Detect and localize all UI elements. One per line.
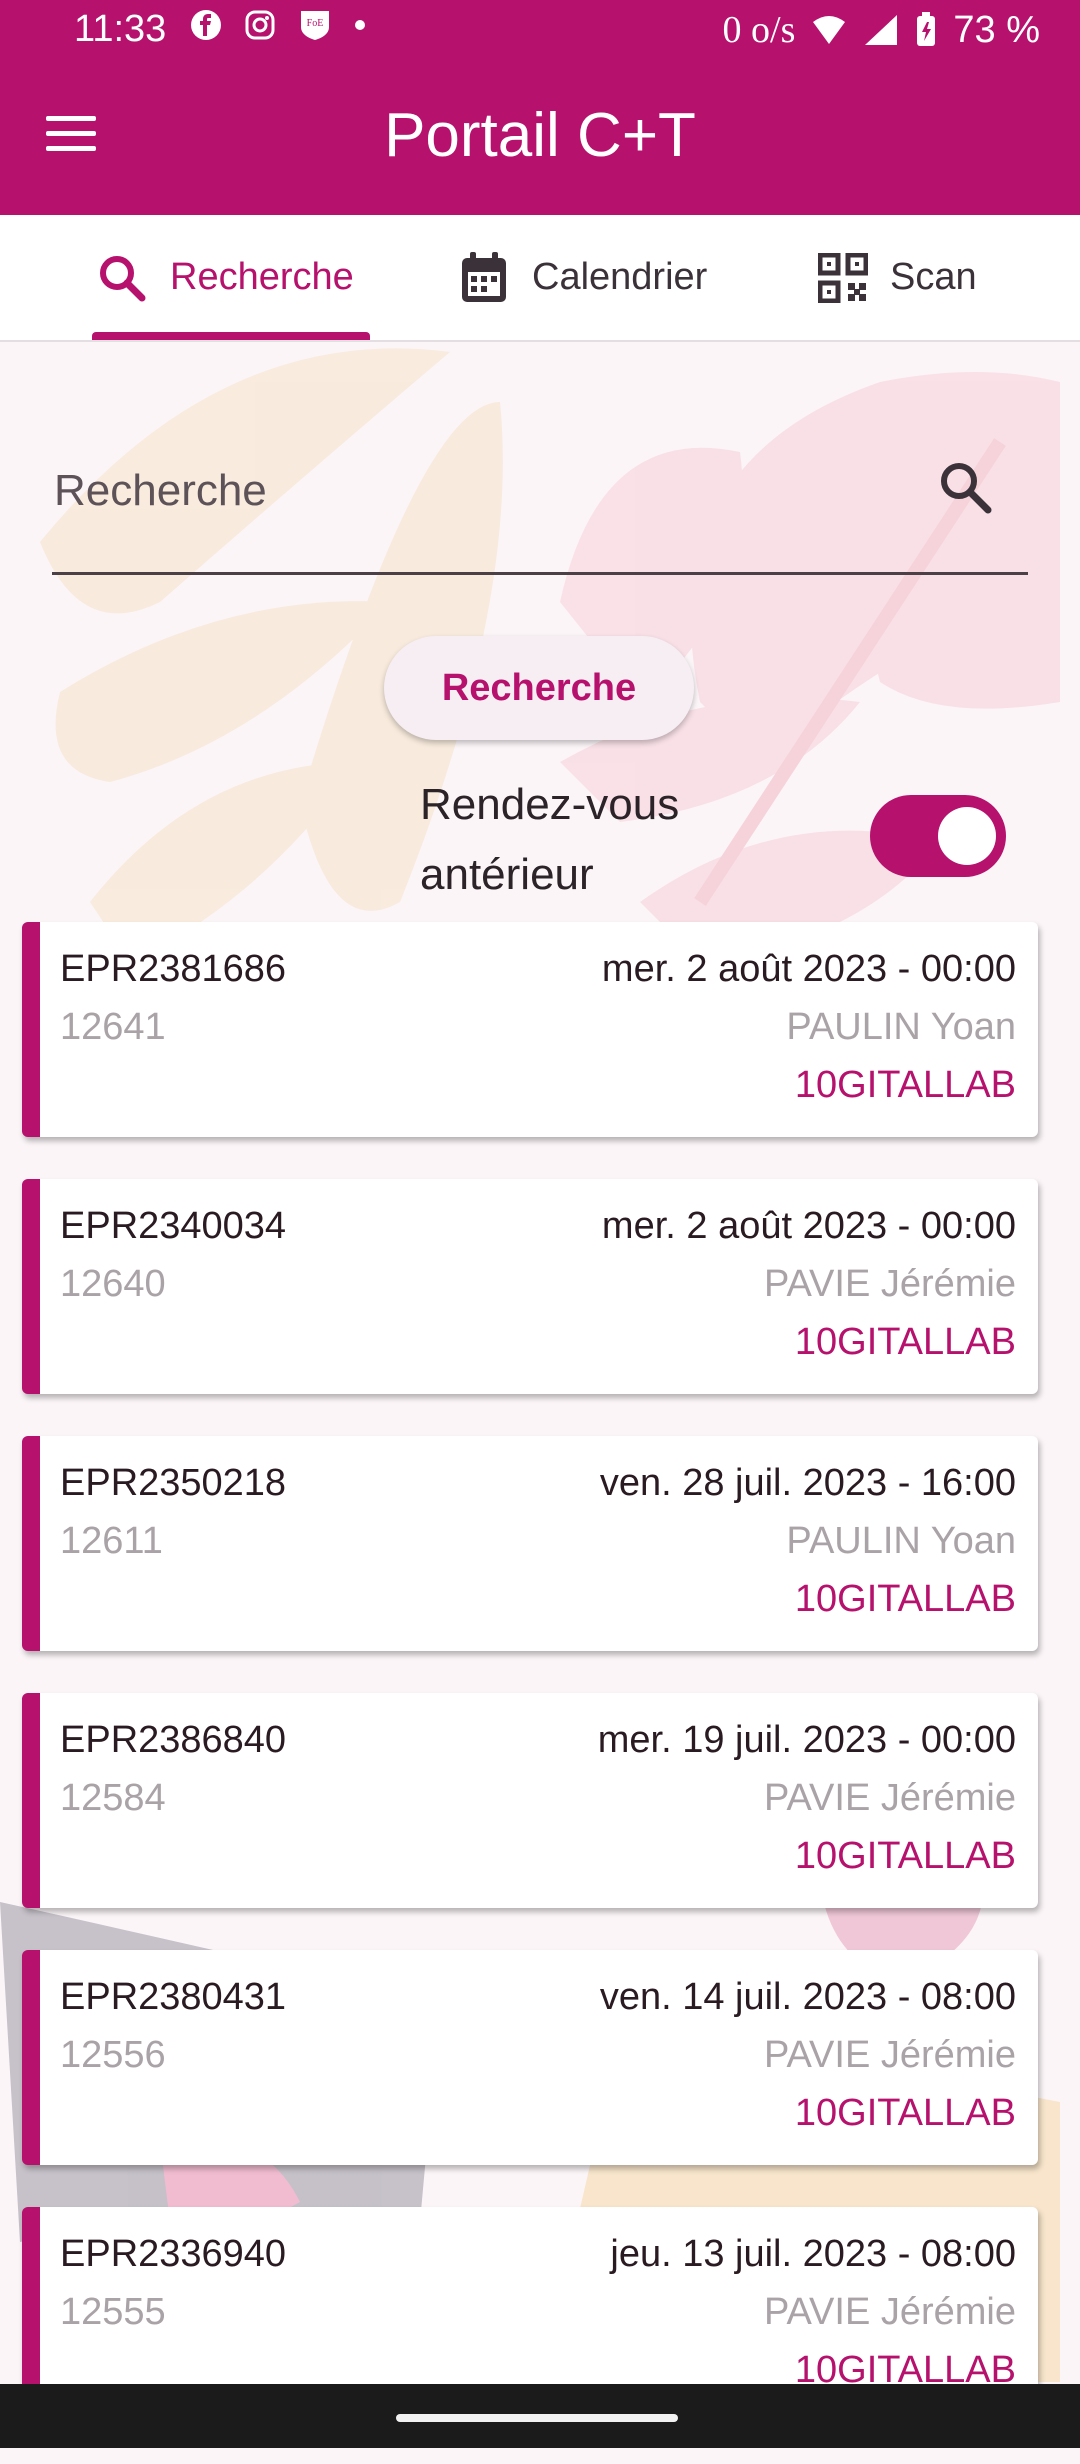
battery-icon <box>917 12 936 46</box>
appointment-card[interactable]: EPR2340034 12640 mer. 2 août 2023 - 00:0… <box>22 1179 1038 1394</box>
appointment-id: EPR2386840 <box>60 1719 287 1761</box>
appointment-date: ven. 14 juil. 2023 - 08:00 <box>599 1976 1016 2018</box>
app-bar: 11:33 FoE 0 o/s 73 % Portail C+T <box>0 0 1080 215</box>
appointment-id: EPR2336940 <box>60 2233 287 2275</box>
appointment-card[interactable]: EPR2350218 12611 ven. 28 juil. 2023 - 16… <box>22 1436 1038 1651</box>
appointment-number: 12641 <box>60 1006 166 1048</box>
shield-app-icon: FoE <box>301 11 329 40</box>
toggle-label: Rendez-vous antérieur <box>420 770 679 910</box>
appointment-date: jeu. 13 juil. 2023 - 08:00 <box>610 2233 1016 2275</box>
appointment-card[interactable]: EPR2381686 12641 mer. 2 août 2023 - 00:0… <box>22 922 1038 1137</box>
switch-knob <box>938 807 996 865</box>
tab-calendrier[interactable]: Calendrier <box>458 215 707 340</box>
status-right: 0 o/s 73 % <box>723 8 1040 52</box>
appointment-lab: 10GITALLAB <box>794 1835 1016 1877</box>
search-button[interactable]: Recherche <box>384 636 694 740</box>
system-navigation-bar <box>0 2384 1080 2448</box>
qr-code-icon <box>818 252 868 303</box>
notification-icons: FoE <box>190 8 366 42</box>
search-icon <box>100 255 146 301</box>
facebook-icon <box>191 10 221 40</box>
appointment-lab: 10GITALLAB <box>794 1321 1016 1363</box>
status-time: 11:33 <box>74 8 167 50</box>
appointment-card[interactable]: EPR2380431 12556 ven. 14 juil. 2023 - 08… <box>22 1950 1038 2165</box>
appointment-person: PAULIN Yoan <box>786 1520 1016 1562</box>
previous-appointments-switch[interactable] <box>870 795 1006 877</box>
toggle-label-line1: Rendez-vous <box>420 780 680 829</box>
appointment-lab: 10GITALLAB <box>794 2092 1016 2134</box>
signal-icon <box>865 15 898 45</box>
appointment-number: 12640 <box>60 1263 166 1305</box>
appointment-lab: 10GITALLAB <box>794 1064 1016 1106</box>
calendar-icon <box>462 251 506 302</box>
home-gesture-handle[interactable] <box>396 2414 678 2422</box>
appointment-person: PAULIN Yoan <box>786 1006 1016 1048</box>
appointment-number: 12611 <box>60 1520 163 1562</box>
appointment-list: EPR2381686 12641 mer. 2 août 2023 - 00:0… <box>22 922 1042 2464</box>
search-input[interactable] <box>52 450 936 532</box>
app-title: Portail C+T <box>384 101 696 170</box>
appointment-id: EPR2350218 <box>60 1462 287 1504</box>
network-speed: 0 o/s <box>722 9 796 51</box>
appointment-card[interactable]: EPR2386840 12584 mer. 19 juil. 2023 - 00… <box>22 1693 1038 1908</box>
svg-text:FoE: FoE <box>307 18 324 29</box>
tab-bar: Recherche Calendrier Scan <box>0 215 1080 342</box>
appointment-person: PAVIE Jérémie <box>763 2034 1016 2076</box>
tab-recherche[interactable]: Recherche <box>96 215 354 340</box>
instagram-icon <box>245 10 275 40</box>
tab-label: Calendrier <box>532 256 708 298</box>
appointment-date: mer. 19 juil. 2023 - 00:00 <box>597 1719 1016 1761</box>
appointment-number: 12556 <box>60 2034 166 2076</box>
appointment-id: EPR2381686 <box>60 948 287 990</box>
appointment-id: EPR2380431 <box>60 1976 287 2018</box>
appointment-date: ven. 28 juil. 2023 - 16:00 <box>599 1462 1016 1504</box>
appointment-number: 12584 <box>60 1777 166 1819</box>
appointment-lab: 10GITALLAB <box>794 1578 1016 1620</box>
dot-icon <box>355 20 365 30</box>
status-bar: 11:33 FoE 0 o/s 73 % <box>0 0 1080 60</box>
appointment-person: PAVIE Jérémie <box>763 1263 1016 1305</box>
wifi-icon <box>813 16 846 44</box>
appointment-number: 12555 <box>60 2291 166 2333</box>
search-field <box>52 430 1028 575</box>
appointment-date: mer. 2 août 2023 - 00:00 <box>601 948 1016 990</box>
appointment-person: PAVIE Jérémie <box>763 2291 1016 2333</box>
tab-label: Scan <box>890 256 977 298</box>
appointment-id: EPR2340034 <box>60 1205 287 1247</box>
appointment-date: mer. 2 août 2023 - 00:00 <box>601 1205 1016 1247</box>
appointment-person: PAVIE Jérémie <box>763 1777 1016 1819</box>
toggle-label-line2: antérieur <box>420 850 594 899</box>
search-icon[interactable] <box>936 458 994 516</box>
tab-scan[interactable]: Scan <box>818 215 977 340</box>
battery-percent: 73 % <box>953 8 1040 51</box>
tab-label: Recherche <box>170 256 354 298</box>
active-tab-indicator <box>92 332 370 340</box>
